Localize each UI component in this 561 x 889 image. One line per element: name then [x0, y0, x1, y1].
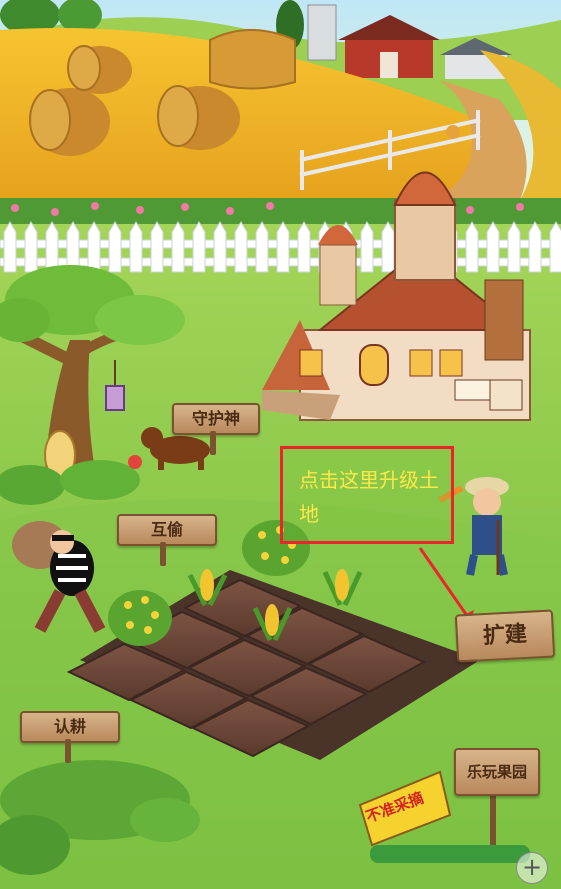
- fence-picket: [297, 221, 311, 273]
- fence-picket: [150, 221, 164, 273]
- hedge: [0, 198, 561, 224]
- fun-orchard-post: [490, 790, 496, 845]
- hay-bale-icon: [29, 88, 110, 156]
- pear-tree-icon: [108, 590, 172, 646]
- fence-picket: [486, 221, 500, 273]
- hay-bale-icon: [209, 29, 296, 90]
- silo: [307, 4, 337, 61]
- fun-orchard-sign-label: 乐玩果园: [466, 763, 527, 781]
- fence-picket: [192, 221, 206, 273]
- zoom-in-icon: +: [521, 853, 543, 881]
- bush: [130, 798, 200, 842]
- fence-picket: [45, 221, 59, 273]
- guardian-sign[interactable]: 守护神: [172, 403, 260, 435]
- fence-picket: [381, 221, 395, 273]
- upgrade-land-tip-text: 点击这里升级土地: [299, 468, 439, 526]
- adopt-sign-label: 认耕: [53, 717, 86, 736]
- mushroom-icon: [128, 455, 142, 469]
- expand-land-sign[interactable]: 扩建: [454, 609, 556, 663]
- fence-picket: [171, 221, 185, 273]
- mutual-steal-sign-label: 互偷: [150, 520, 183, 539]
- fence-picket: [66, 221, 80, 273]
- expand-land-sign-label: 扩建: [482, 621, 528, 650]
- fence-picket: [255, 221, 269, 273]
- hay-bale-icon: [67, 45, 132, 94]
- guardian-sign-label: 守护神: [191, 409, 240, 428]
- fence-picket: [276, 221, 290, 273]
- sign-post: [160, 542, 166, 566]
- fence-picket: [3, 221, 17, 273]
- fence-picket: [360, 221, 374, 273]
- adopt-sign[interactable]: 认耕: [20, 711, 120, 743]
- fence-picket: [507, 221, 521, 273]
- fence-picket: [528, 221, 542, 273]
- sign-post: [65, 739, 71, 763]
- zoom-in-button[interactable]: +: [516, 852, 548, 884]
- hay-bale-icon: [157, 85, 240, 150]
- fence-picket: [465, 221, 479, 273]
- fun-orchard-sign[interactable]: 乐玩果园: [454, 748, 540, 796]
- fence-picket: [129, 221, 143, 273]
- fence-picket: [108, 221, 122, 273]
- fence-picket: [549, 221, 561, 273]
- fence-picket: [234, 221, 248, 273]
- upgrade-land-tip[interactable]: 点击这里升级土地: [280, 446, 454, 544]
- mutual-steal-sign[interactable]: 互偷: [117, 514, 217, 546]
- fence-picket: [213, 221, 227, 273]
- fence-picket: [87, 221, 101, 273]
- fence-picket: [24, 221, 38, 273]
- sign-post: [210, 431, 216, 455]
- bush: [60, 460, 140, 500]
